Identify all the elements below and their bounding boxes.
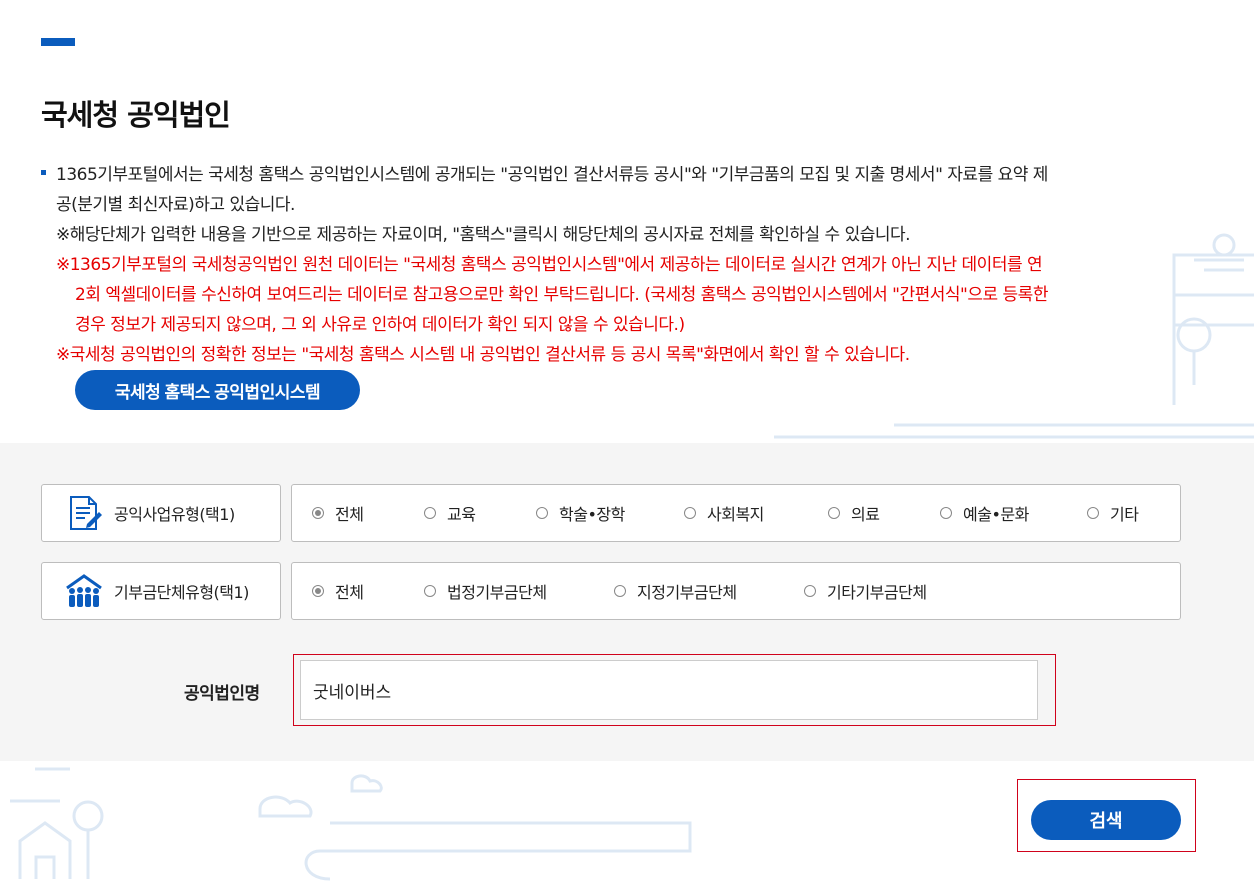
warning-line-4: ※국세청 공익법인의 정확한 정보는 "국세청 홈택스 시스템 내 공익법인 결… [56, 345, 910, 365]
org-type-option-other[interactable]: 기타기부금단체 [804, 563, 927, 619]
business-type-option-education[interactable]: 교육 [424, 485, 476, 541]
radio-icon[interactable] [614, 585, 626, 597]
org-type-label-text: 기부금단체유형(택1) [114, 583, 249, 602]
business-type-option-all[interactable]: 전체 [312, 485, 364, 541]
warning-line-3: 경우 정보가 제공되지 않으며, 그 외 사유로 인하여 데이터가 확인 되지 … [75, 315, 685, 335]
business-type-label-text: 공익사업유형(택1) [114, 505, 235, 524]
radio-icon[interactable] [424, 507, 436, 519]
org-type-option-statutory[interactable]: 법정기부금단체 [424, 563, 547, 619]
business-type-options: 전체 교육 학술•장학 사회복지 의료 예술•문화 기타 [291, 484, 1181, 542]
radio-icon[interactable] [940, 507, 952, 519]
business-type-label: 공익사업유형(택1) [41, 484, 281, 542]
group-people-icon [64, 571, 104, 611]
notice-line-1: 1365기부포털에서는 국세청 홈택스 공익법인시스템에 공개되는 "공익법인 … [56, 165, 1048, 185]
org-name-label: 공익법인명 [184, 684, 260, 704]
business-type-option-welfare[interactable]: 사회복지 [684, 485, 764, 541]
business-type-option-other[interactable]: 기타 [1087, 485, 1139, 541]
org-type-options: 전체 법정기부금단체 지정기부금단체 기타기부금단체 [291, 562, 1181, 620]
org-name-input[interactable] [300, 660, 1038, 720]
radio-icon[interactable] [804, 585, 816, 597]
hometax-system-button[interactable]: 국세청 홈택스 공익법인시스템 [75, 370, 360, 410]
town-illustration-icon [10, 767, 692, 881]
warning-line-2: 2회 엑셀데이터를 수신하여 보여드리는 데이터로 참고용으로만 확인 부탁드립… [75, 285, 1048, 305]
radio-icon[interactable] [1087, 507, 1099, 519]
business-type-option-medical[interactable]: 의료 [828, 485, 880, 541]
business-type-option-arts[interactable]: 예술•문화 [940, 485, 1029, 541]
page-title: 국세청 공익법인 [41, 98, 231, 132]
radio-checked-icon[interactable] [312, 585, 324, 597]
warning-line-1: ※1365기부포털의 국세청공익법인 원천 데이터는 "국세청 홈택스 공익법인… [56, 255, 1043, 275]
radio-checked-icon[interactable] [312, 507, 324, 519]
radio-icon[interactable] [536, 507, 548, 519]
org-type-label: 기부금단체유형(택1) [41, 562, 281, 620]
document-edit-icon [64, 493, 104, 533]
notice-line-2: 공(분기별 최신자료)하고 있습니다. [56, 195, 295, 215]
radio-icon[interactable] [828, 507, 840, 519]
org-type-option-designated[interactable]: 지정기부금단체 [614, 563, 737, 619]
search-button[interactable]: 검색 [1031, 800, 1181, 840]
radio-icon[interactable] [424, 585, 436, 597]
business-type-option-scholarship[interactable]: 학술•장학 [536, 485, 625, 541]
radio-icon[interactable] [684, 507, 696, 519]
notice-block: 1365기부포털에서는 국세청 홈택스 공익법인시스템에 공개되는 "공익법인 … [41, 160, 1186, 370]
title-accent-bar [41, 38, 75, 46]
notice-note: ※해당단체가 입력한 내용을 기반으로 제공하는 자료이며, "홈택스"클릭시 … [56, 225, 911, 245]
org-type-option-all[interactable]: 전체 [312, 563, 364, 619]
